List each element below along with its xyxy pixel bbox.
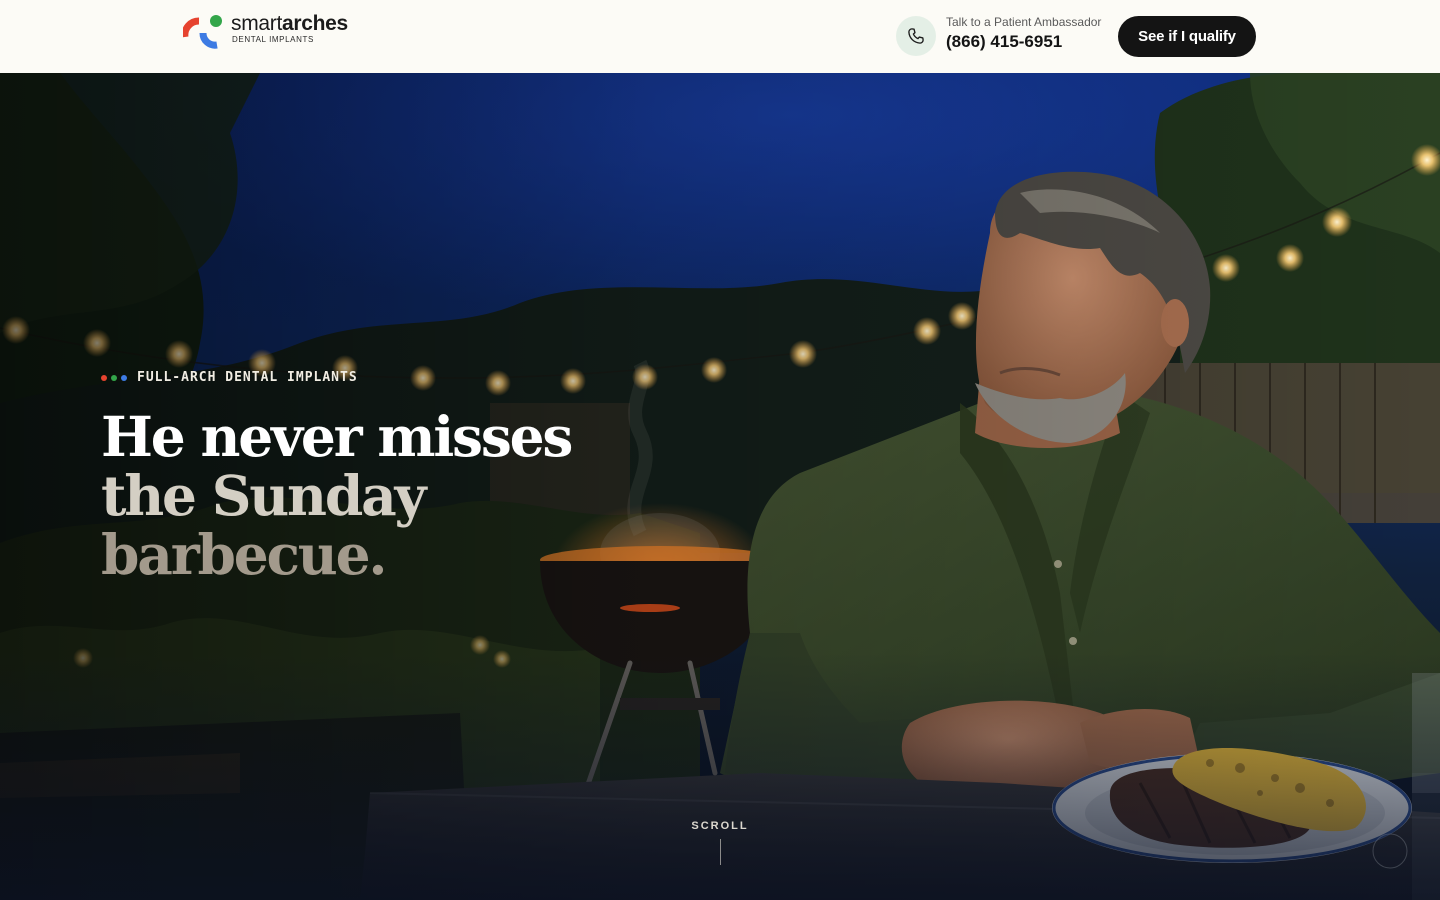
contact-label: Talk to a Patient Ambassador xyxy=(946,15,1102,29)
scroll-indicator[interactable]: SCROLL xyxy=(680,820,760,865)
hero-headline-line-3: barbecue. xyxy=(101,522,388,587)
hero-eyebrow-text: FULL-ARCH DENTAL IMPLANTS xyxy=(137,370,358,385)
phone-icon-button[interactable] xyxy=(896,16,936,56)
hero-section: FULL-ARCH DENTAL IMPLANTS He never misse… xyxy=(0,73,1440,900)
phone-number-link[interactable]: (866) 415-6951 xyxy=(946,32,1062,52)
dot-green xyxy=(111,374,117,381)
scroll-line xyxy=(719,839,721,865)
hero-eyebrow: FULL-ARCH DENTAL IMPLANTS xyxy=(101,370,358,385)
dot-red xyxy=(101,374,107,381)
see-if-i-qualify-button[interactable]: See if I qualify xyxy=(1118,16,1256,57)
hero-headline: He never misses the Sunday barbecue. xyxy=(101,407,621,584)
dot-blue xyxy=(121,374,127,381)
phone-icon xyxy=(908,28,924,44)
brand-tagline: DENTAL IMPLANTS xyxy=(232,35,314,44)
brand-dots xyxy=(101,374,127,381)
site-header: smartarches DENTAL IMPLANTS Talk to a Pa… xyxy=(0,0,1440,73)
brand-logo[interactable]: smartarches DENTAL IMPLANTS xyxy=(183,13,363,53)
hero-headline-line-2: the Sunday xyxy=(101,463,426,528)
brand-logo-mark xyxy=(183,15,222,49)
scroll-label: SCROLL xyxy=(691,820,749,832)
brand-name-bold: arches xyxy=(282,12,348,35)
brand-name: smartarches xyxy=(231,13,348,35)
brand-name-light: smart xyxy=(231,12,283,35)
hero-headline-line-1: He never misses xyxy=(101,404,573,469)
